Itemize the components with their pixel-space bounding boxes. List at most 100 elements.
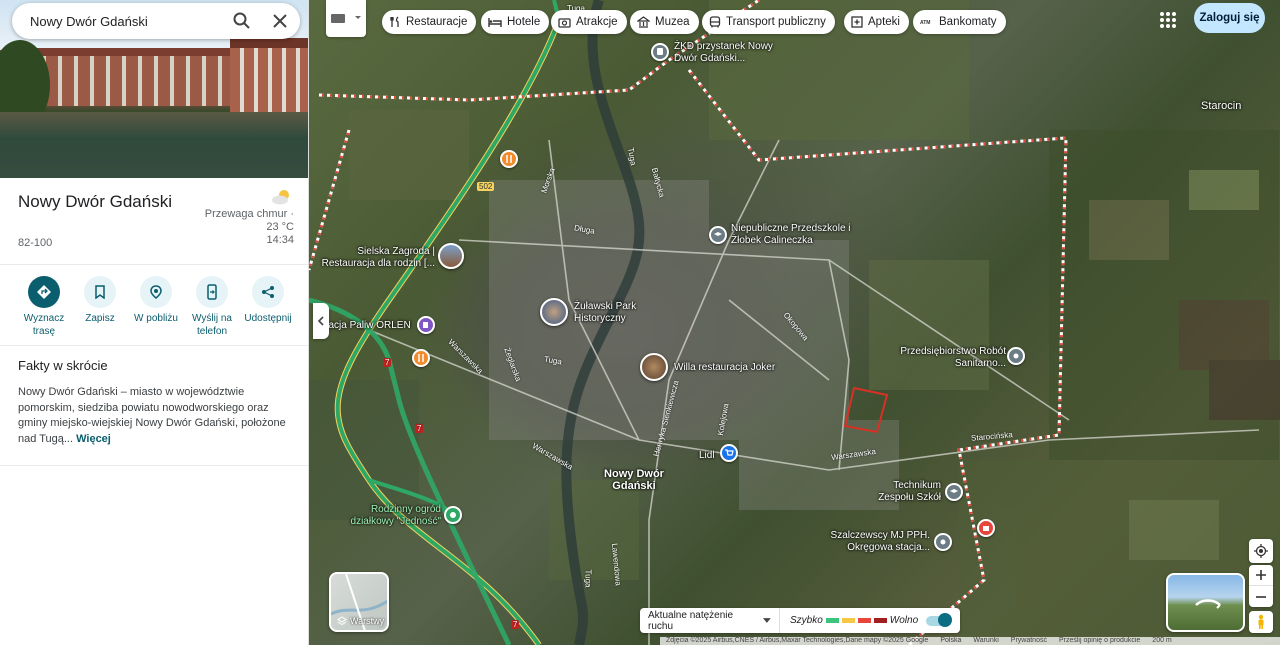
minus-icon [1256,595,1266,598]
nearby-label: W pobliżu [134,313,178,324]
divider [0,264,308,265]
flower-icon [450,512,456,518]
school-icon [950,489,958,493]
collapse-panel-button[interactable] [313,303,329,339]
traffic-select[interactable]: Aktualne natężenie ruchu [640,608,780,633]
street-view-preview[interactable] [1166,573,1245,632]
close-button[interactable] [268,9,292,33]
park-pin[interactable] [444,506,462,524]
map-footer: Zdjęcia ©2025 Airbus,CNES / Airbus,Maxar… [660,637,1280,645]
search-box [12,3,300,39]
school-pin[interactable] [945,483,963,501]
chevron-left-icon [317,316,324,326]
gas-station-pin[interactable] [417,316,435,334]
sign-in-button[interactable]: Zaloguj się [1194,3,1265,33]
chip-pharmacies[interactable]: Apteki [844,10,909,34]
traffic-swatch-medium [841,618,855,623]
chip-hotels[interactable]: Hotele [481,10,550,34]
plus-icon [1256,570,1266,580]
poi-label-willa[interactable]: Willa restauracja Joker [674,362,775,374]
my-location-icon [1254,544,1268,558]
directions-button[interactable]: Wyznacz trasę [16,276,72,338]
sielska-photo-pin[interactable] [438,243,464,269]
traffic-swatch-fast [825,618,839,623]
cart-icon [725,449,734,456]
poi-label-technikum[interactable]: Technikum Zespołu Szkół [865,480,941,504]
street-label: Tuga [583,569,593,588]
traffic-select-label: Aktualne natężenie ruchu [648,609,734,632]
town-label-nowy-dwor: Nowy Dwór Gdański [604,468,664,492]
poi-label-przedszkole[interactable]: Niepubliczne Przedszkole i Żłobek Caline… [731,223,881,247]
traffic-slow-label: Wolno [889,615,919,626]
transit-stop-pin[interactable] [651,43,669,61]
search-input[interactable] [30,3,220,39]
chip-attractions[interactable]: Atrakcje [551,10,627,34]
place-panel: Nowy Dwór Gdański 82-100 Przewaga chmur … [0,0,309,645]
apps-grid-icon [1160,12,1176,28]
poi-label-zkd[interactable]: ŻKD przystanek Nowy Dwór Gdański... [674,41,794,65]
terms-link[interactable]: Warunki [973,637,998,645]
school-icon [714,232,722,236]
chip-museums[interactable]: Muzea [630,10,699,34]
zoom-out-button[interactable] [1249,586,1273,607]
privacy-link[interactable]: Prywatność [1011,637,1047,645]
pharmacy-icon [851,16,863,28]
chip-label: Restauracje [406,16,468,28]
poi-label-robot[interactable]: Przedsiębiorstwo Robót Sanitarno... [891,346,1006,370]
poi-label-orlen[interactable]: Stacja Paliw ORLEN [319,320,411,332]
save-button[interactable]: Zapisz [72,276,128,325]
keyboard-shortcuts-button[interactable] [326,0,366,37]
chip-label: Apteki [868,16,900,28]
fork-knife-icon [506,155,512,163]
chip-public-transport[interactable]: Transport publiczny [702,10,835,34]
search-button[interactable] [230,9,254,33]
chip-restaurants[interactable]: Restauracje [382,10,477,34]
zulawski-photo-pin[interactable] [540,298,568,326]
bed-icon [488,18,502,27]
fork-knife-icon [390,16,399,27]
postal-code: 82-100 [18,237,53,249]
restaurant-pin[interactable] [412,349,430,367]
restaurant-pin[interactable] [500,150,518,168]
feedback-link[interactable]: Prześlij opinię o produkcie [1059,637,1140,645]
town-label-starocin: Starocin [1201,100,1242,112]
chip-label: Atrakcje [576,16,618,28]
chip-atms[interactable]: ATM Bankomaty [913,10,1006,34]
poi-label-lidl[interactable]: Lidl [699,450,715,462]
bookmark-icon [84,276,116,308]
more-link[interactable]: Więcej [76,433,111,445]
medical-pin[interactable] [977,519,995,537]
my-location-button[interactable] [1249,539,1273,563]
school-pin[interactable] [709,226,727,244]
pegman-button[interactable] [1249,611,1273,633]
weather-temperature: 23 °C [266,221,294,233]
google-maps-app: Tuga Tuga Tuga Tuga Długa Morska Bałtyck… [0,0,1280,645]
poi-label-zulawski[interactable]: Żuławski Park Historyczny [574,301,654,325]
shop-pin[interactable] [720,444,738,462]
share-label: Udostępnij [244,313,292,324]
weather-info: Przewaga chmur · 23 °C 14:34 [174,208,294,247]
send-to-phone-button[interactable]: Wyślij na telefon [184,276,240,338]
traffic-swatch-slow [857,618,871,623]
scale-label[interactable]: 200 m [1152,637,1171,645]
share-button[interactable]: Udostępnij [240,276,296,325]
poi-label-ogrod[interactable]: Rodzinny ogród działkowy "Jedność" [339,504,441,528]
apps-button[interactable] [1156,8,1180,32]
willa-photo-pin[interactable] [640,353,668,381]
poi-label-szalczewscy[interactable]: Szalczewscy MJ PPH. Okręgowa stacja... [814,530,930,554]
satellite-map[interactable]: Tuga Tuga Tuga Tuga Długa Morska Bałtyck… [309,0,1280,645]
place-title: Nowy Dwór Gdański [18,192,172,211]
business-pin[interactable] [1007,347,1025,365]
layers-button[interactable]: Warstwy [329,572,389,632]
country-link[interactable]: Polska [940,637,961,645]
traffic-toggle[interactable] [926,612,953,627]
zoom-in-button[interactable] [1249,565,1273,586]
directions-label: Wyznacz trasę [23,313,65,337]
atm-icon: ATM [920,20,930,26]
nearby-button[interactable]: W pobliżu [128,276,184,325]
bus-icon [709,15,721,27]
poi-label-sielska[interactable]: Sielska Zagroda | Restauracja dla rodzin… [315,246,435,270]
business-pin[interactable] [934,533,952,551]
fork-knife-icon [418,354,424,362]
divider [0,465,308,466]
